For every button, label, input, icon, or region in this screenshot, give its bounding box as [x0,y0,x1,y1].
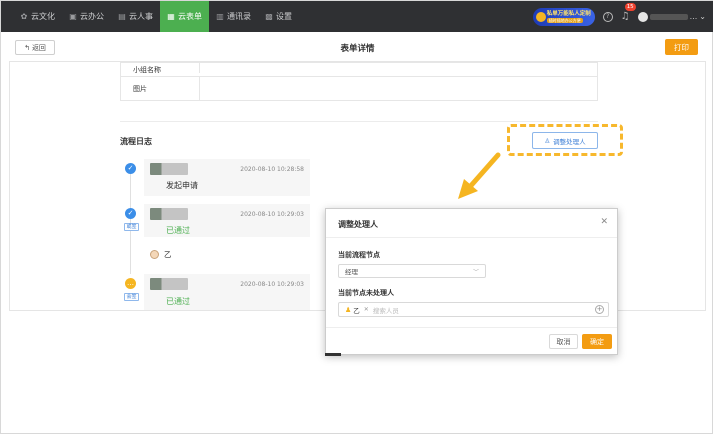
nav-label: 云人事 [129,12,153,21]
nav-item-contacts[interactable]: ▥ 通讯录 [209,1,258,32]
nav-label: 设置 [276,12,292,21]
log-title: 流程日志 [120,137,152,146]
log-item: 2020-08-10 10:29:03 已通过 [144,204,310,237]
avatar [150,278,188,290]
log-status: 发起申请 [166,181,198,190]
highlight-dashed-box [507,124,623,156]
form-table: 小组名称 图片 [120,62,598,101]
nav-label: 云办公 [80,12,104,21]
divider [326,237,617,238]
avatar [637,11,648,22]
user-name-blurred [649,13,688,20]
log-time: 2020-08-10 10:28:58 [240,166,304,173]
log-time: 2020-08-10 10:29:03 [240,211,304,218]
handler-label: 当前节点未处理人 [338,289,394,297]
dialog-title: 调整处理人 [338,220,378,229]
promo-line1: 私单万能私人定制 [546,10,591,17]
form-row: 图片 [121,77,597,100]
nav-item-office[interactable]: ▣ 云办公 [62,1,111,32]
divider [120,121,598,122]
log-item: 2020-08-10 10:28:58 发起申请 [144,159,310,196]
grid-icon: ▩ [265,11,273,21]
node-value: 经理 [345,268,358,276]
page-title: 表单详情 [340,44,375,54]
node-label: 当前流程节点 [338,251,380,259]
nav-label: 通讯录 [227,12,251,21]
log-time: 2020-08-10 10:29:03 [240,281,304,288]
bell-icon: ♫ [620,11,630,22]
chip-user-name: 乙 [353,306,360,315]
briefcase-icon: ▣ [69,11,77,21]
user-menu[interactable]: ... ⌄ [637,11,706,22]
print-button[interactable]: 打印 [665,39,698,55]
promo-line2: 随时随地办公方便 [546,17,583,23]
remove-chip-icon[interactable]: ✕ [364,306,369,313]
chevron-down-icon: ﹀ [472,269,479,276]
nav-label: 云文化 [31,12,55,21]
chevron-down-icon: ⌄ [699,12,706,21]
handler-picker[interactable]: ♟ 乙 ✕ 搜索人员 + [338,302,609,317]
nav-item-hr[interactable]: ▤ 云人事 [111,1,160,32]
search-input[interactable]: 搜索人员 [373,305,399,315]
form-label: 小组名称 [121,63,200,73]
avatar [150,208,188,220]
page-header: ↰ 返回 表单详情 打印 [9,37,706,59]
sub-user-name: 乙 [164,250,172,259]
close-icon[interactable]: ✕ [600,217,608,227]
nav-right: 私单万能私人定制 随时随地办公方便 ? ♫ 15 ... ⌄ [532,1,706,32]
contacts-icon: ▥ [216,11,224,21]
nav-item-culture[interactable]: ✿ 云文化 [13,1,62,32]
help-icon[interactable]: ? [602,11,613,22]
form-row: 小组名称 [121,63,597,77]
adjust-handler-dialog: 调整处理人 ✕ 当前流程节点 经理 ﹀ 当前节点未处理人 ♟ 乙 ✕ 搜索人员 … [325,208,618,355]
nav-label: 云表单 [178,12,202,21]
log-status: 已通过 [166,297,190,306]
nav-item-forms[interactable]: ▦ 云表单 [160,1,209,32]
ok-button[interactable]: 确定 [582,334,612,349]
gear-icon: ✿ [20,11,28,21]
nav-item-settings[interactable]: ▩ 设置 [258,1,299,32]
check-icon: ✓ [125,208,136,219]
shadow-artifact [325,353,341,356]
pending-icon: … [125,278,136,289]
sign-type-tag: 或签 [124,223,139,231]
form-label: 图片 [121,77,200,100]
cancel-button[interactable]: 取消 [549,334,578,349]
avatar [150,163,188,175]
notification-bell[interactable]: ♫ 15 [620,3,636,22]
user-suffix: ... [689,12,698,21]
log-sub-user: 乙 [150,249,172,260]
user-face-icon [150,250,159,259]
node-select[interactable]: 经理 ﹀ [338,264,486,278]
divider [326,327,617,328]
log-item: 2020-08-10 10:29:03 已通过 [144,274,310,310]
app-window: ✿ 云文化 ▣ 云办公 ▤ 云人事 ▦ 云表单 ▥ 通讯录 ▩ 设置 私单万能私… [0,0,713,434]
people-icon: ▤ [118,11,126,21]
timeline-line [130,170,131,274]
top-nav: ✿ 云文化 ▣ 云办公 ▤ 云人事 ▦ 云表单 ▥ 通讯录 ▩ 设置 私单万能私… [1,1,713,32]
check-icon: ✓ [125,163,136,174]
notification-badge: 15 [624,3,636,11]
person-icon: ♟ [345,305,352,314]
add-icon[interactable]: + [595,305,604,314]
user-chip: ♟ 乙 ✕ [345,305,369,315]
sign-type-tag: 会签 [124,293,139,301]
arrow-annotation-icon [458,152,501,199]
log-status: 已通过 [166,226,190,235]
promo-banner[interactable]: 私单万能私人定制 随时随地办公方便 [532,7,595,26]
form-icon: ▦ [167,11,175,21]
